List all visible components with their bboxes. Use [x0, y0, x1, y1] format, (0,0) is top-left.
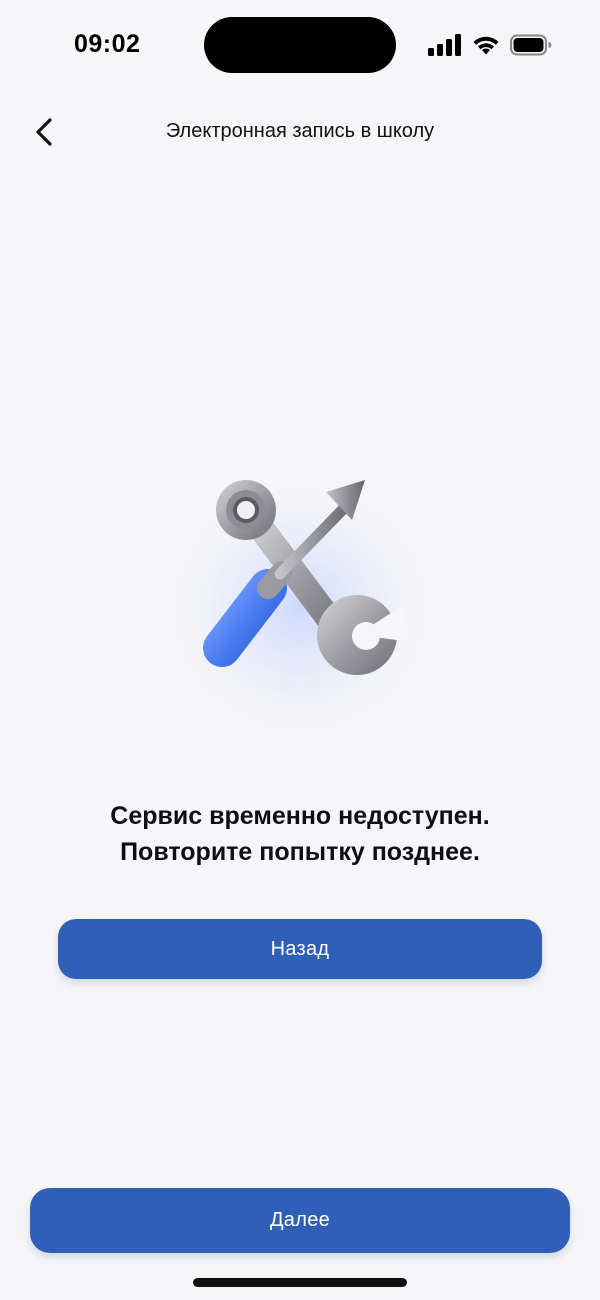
screen: 09:02 Электронная запись в школу Сервис …	[0, 0, 600, 1300]
home-indicator[interactable]	[193, 1278, 407, 1287]
dynamic-island	[204, 17, 396, 73]
page-title: Электронная запись в школу	[165, 120, 435, 142]
battery-icon	[510, 34, 552, 56]
next-button[interactable]: Далее	[30, 1188, 570, 1253]
illustration	[150, 430, 450, 730]
status-icons	[428, 33, 552, 57]
status-bar: 09:02	[0, 0, 600, 90]
back-button[interactable]: Назад	[58, 919, 542, 979]
error-message-line-1: Сервис временно недоступен.	[110, 802, 490, 830]
wrench-screwdriver-icon	[160, 460, 440, 730]
cellular-signal-icon	[428, 34, 461, 56]
error-message-line-2: Повторите попытку позднее.	[120, 838, 480, 866]
nav-bar: Электронная запись в школу	[0, 100, 600, 166]
error-message: Сервис временно недоступен. Повторите по…	[20, 798, 580, 870]
status-time: 09:02	[74, 30, 141, 58]
wifi-icon	[473, 36, 499, 55]
